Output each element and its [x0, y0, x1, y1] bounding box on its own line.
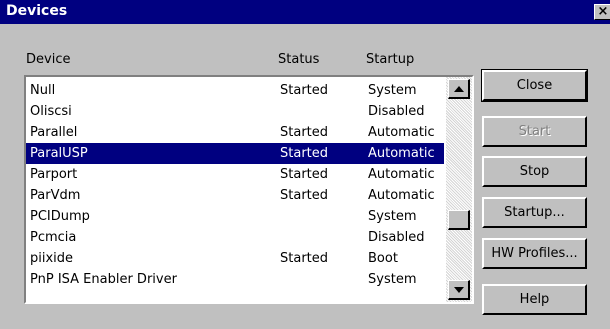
startup-button[interactable]: Startup... [482, 197, 587, 228]
device-name: Null [30, 83, 56, 98]
device-list[interactable]: Null Started System Oliscsi Disabled Par… [24, 75, 474, 304]
device-name: Pcmcia [30, 230, 77, 245]
list-item[interactable]: Null Started System [26, 80, 444, 101]
device-name: Parport [30, 167, 78, 182]
device-status: Started [280, 146, 329, 161]
stop-button[interactable]: Stop [482, 156, 587, 187]
device-name: PCIDump [30, 209, 90, 224]
column-header-startup: Startup [366, 52, 415, 67]
device-startup: Automatic [368, 146, 435, 161]
vertical-scrollbar[interactable] [446, 77, 472, 302]
scroll-up-button[interactable] [448, 79, 470, 99]
arrow-up-icon [453, 85, 464, 92]
device-startup: Boot [368, 251, 398, 266]
column-header-device: Device [26, 52, 71, 67]
device-startup: System [368, 209, 417, 224]
device-name: PnP ISA Enabler Driver [30, 272, 177, 287]
device-status: Started [280, 83, 329, 98]
list-item-selected[interactable]: ParalUSP Started Automatic [26, 143, 444, 164]
scroll-thumb[interactable] [448, 210, 470, 230]
device-name: Oliscsi [30, 104, 72, 119]
device-startup: Automatic [368, 188, 435, 203]
device-status: Started [280, 251, 329, 266]
device-name: ParVdm [30, 188, 81, 203]
list-item[interactable]: Pcmcia Disabled [26, 227, 444, 248]
list-item[interactable]: PnP ISA Enabler Driver System [26, 269, 444, 290]
column-header-status: Status [278, 52, 320, 67]
list-item[interactable]: piixide Started Boot [26, 248, 444, 269]
device-startup: Disabled [368, 230, 425, 245]
device-status: Started [280, 188, 329, 203]
help-button[interactable]: Help [482, 284, 587, 315]
title-bar[interactable]: Devices × [0, 0, 610, 24]
list-item[interactable]: ParVdm Started Automatic [26, 185, 444, 206]
device-name: piixide [30, 251, 74, 266]
list-item[interactable]: Parport Started Automatic [26, 164, 444, 185]
device-startup: System [368, 272, 417, 287]
close-window-icon[interactable]: × [594, 4, 610, 20]
scroll-down-button[interactable] [448, 280, 470, 300]
list-item[interactable]: PCIDump System [26, 206, 444, 227]
device-startup: Automatic [368, 125, 435, 140]
hw-profiles-button[interactable]: HW Profiles... [482, 238, 587, 269]
list-item[interactable]: Parallel Started Automatic [26, 122, 444, 143]
device-startup: System [368, 83, 417, 98]
device-name: Parallel [30, 125, 78, 140]
device-name: ParalUSP [30, 146, 88, 161]
arrow-down-icon [453, 286, 464, 293]
close-button[interactable]: Close [481, 69, 588, 102]
list-item[interactable]: Oliscsi Disabled [26, 101, 444, 122]
start-button[interactable]: Start [482, 116, 587, 147]
device-startup: Automatic [368, 167, 435, 182]
device-startup: Disabled [368, 104, 425, 119]
window-title: Devices [6, 3, 68, 19]
device-status: Started [280, 125, 329, 140]
device-status: Started [280, 167, 329, 182]
